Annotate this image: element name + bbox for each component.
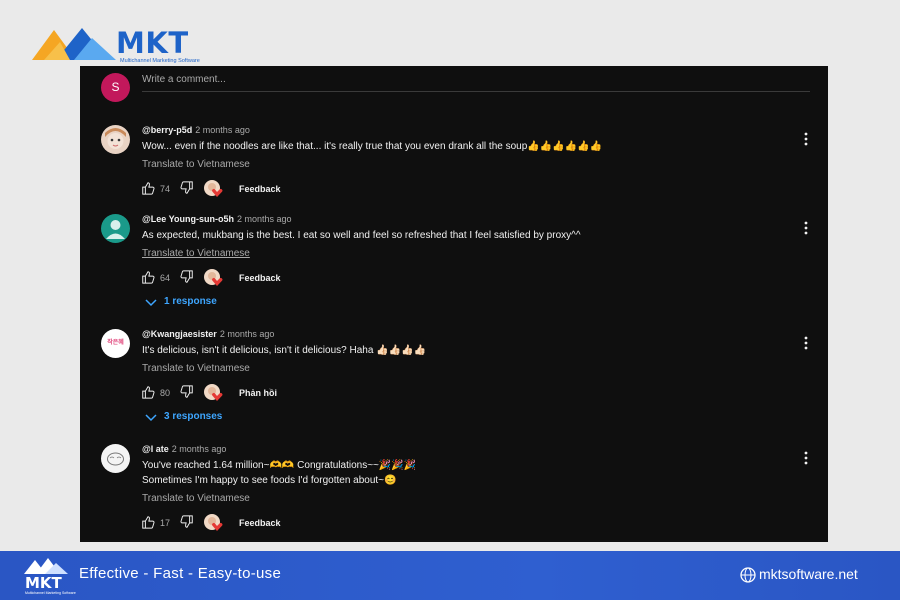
comment-author[interactable]: @l ate (142, 444, 169, 454)
add-comment-row: S Write a comment... (101, 73, 810, 105)
reply-button[interactable]: Feedback (239, 518, 281, 528)
comments-panel: S Write a comment... @berry-p5d 2 months … (80, 66, 828, 542)
comment-emojis-3: 😊 (384, 475, 397, 486)
comment-time[interactable]: 2 months ago (172, 444, 227, 454)
reply-button[interactable]: Phản hồi (239, 388, 277, 398)
like-count: 74 (160, 184, 171, 194)
comment-text-body: You've reached 1.64 million~ (142, 460, 270, 471)
comment-avatar[interactable] (101, 444, 130, 473)
comment-author[interactable]: @berry-p5d (142, 125, 192, 135)
thumbs-down-icon[interactable] (180, 515, 194, 529)
comment-text: Wow... even if the noodles are like that… (142, 139, 602, 154)
thumbs-up-icon[interactable] (141, 385, 155, 399)
thumbs-up-icon[interactable] (141, 181, 155, 195)
chevron-down-icon (145, 414, 157, 422)
comment-emojis: 🫶🫶 (269, 460, 295, 471)
translate-link[interactable]: Translate to Vietnamese (142, 363, 250, 374)
replies-count-label: 1 response (164, 296, 217, 307)
footer-brand-name: MKT (25, 574, 62, 592)
translate-link[interactable]: Translate to Vietnamese (142, 493, 250, 504)
comment-item: @berry-p5d 2 months ago Wow... even if th… (101, 125, 813, 205)
thumbs-down-icon[interactable] (180, 385, 194, 399)
comment-avatar[interactable]: 작은혜 (101, 329, 130, 358)
translate-link[interactable]: Translate to Vietnamese (142, 159, 250, 170)
reply-button[interactable]: Feedback (239, 273, 281, 283)
avatar-label: 작은혜 (107, 340, 124, 346)
translate-link[interactable]: Translate to Vietnamese (142, 248, 250, 259)
comment-text: It's delicious, isn't it delicious, isn'… (142, 343, 426, 358)
like-count: 80 (160, 388, 171, 398)
creator-heart-icon (204, 269, 223, 286)
comment-header: @berry-p5d 2 months ago (142, 125, 250, 135)
more-options-icon[interactable] (799, 335, 813, 351)
comment-time[interactable]: 2 months ago (195, 125, 250, 135)
replies-count-label: 3 responses (164, 411, 223, 422)
comment-text-body-2: Congratulations~~ (297, 460, 379, 471)
footer-website-text: mktsoftware.net (759, 566, 858, 582)
footer-tagline: Effective - Fast - Easy-to-use (79, 565, 282, 582)
comment-item: 작은혜 @Kwangjaesister 2 months ago It's del… (101, 329, 813, 429)
more-options-icon[interactable] (799, 131, 813, 147)
globe-icon (740, 567, 756, 583)
current-user-avatar[interactable]: S (101, 73, 130, 102)
mkt-brand-name: MKT (116, 26, 189, 60)
comment-emojis: 👍🏻👍🏻👍🏻👍🏻 (376, 345, 426, 356)
comment-actions: 74 Feedback (141, 180, 441, 199)
thumbs-up-icon[interactable] (141, 270, 155, 284)
comment-text: As expected, mukbang is the best. I eat … (142, 230, 581, 241)
footer-logo: MKT Multichannel Marketing Software (23, 557, 76, 597)
creator-heart-icon (204, 180, 223, 197)
comment-item: @l ate 2 months ago You've reached 1.64 m… (101, 444, 813, 536)
creator-heart-icon (204, 514, 223, 531)
chevron-down-icon (145, 299, 157, 307)
comment-avatar[interactable] (101, 214, 130, 243)
mkt-brand-subtitle: Multichannel Marketing Software (120, 58, 200, 64)
mkt-logo-mark-icon (32, 28, 116, 60)
like-count: 64 (160, 273, 171, 283)
comment-actions: 17 Feedback (141, 514, 441, 533)
comment-actions: 64 Feedback (141, 269, 441, 288)
comment-time[interactable]: 2 months ago (220, 329, 275, 339)
comment-emojis-2: 🎉🎉🎉 (378, 460, 417, 471)
comment-header: @Kwangjaesister 2 months ago (142, 329, 274, 339)
comment-text-body: Wow... even if the noodles are like that… (142, 141, 528, 152)
comment-text-line2: Sometimes I'm happy to see foods I'd for… (142, 475, 385, 486)
comment-actions: 80 Phản hồi (141, 384, 441, 403)
comment-avatar[interactable] (101, 125, 130, 154)
thumbs-down-icon[interactable] (180, 181, 194, 195)
reply-button[interactable]: Feedback (239, 184, 281, 194)
more-options-icon[interactable] (799, 220, 813, 236)
thumbs-up-icon[interactable] (141, 515, 155, 529)
comment-text: You've reached 1.64 million~🫶🫶 Congratul… (142, 458, 416, 488)
comment-emojis: 👍👍👍👍👍👍 (527, 141, 602, 152)
mkt-logo-mark-icon (24, 558, 68, 574)
thumbs-down-icon[interactable] (180, 270, 194, 284)
creator-heart-icon (204, 384, 223, 401)
more-options-icon[interactable] (799, 450, 813, 466)
comment-text-body: It's delicious, isn't it delicious, isn'… (142, 345, 374, 356)
comment-header: @l ate 2 months ago (142, 444, 226, 454)
like-count: 17 (160, 518, 171, 528)
comment-input[interactable]: Write a comment... (142, 73, 810, 92)
comment-author[interactable]: @Lee Young-sun-o5h (142, 214, 234, 224)
footer-bar: MKT Multichannel Marketing Software Effe… (0, 551, 900, 600)
footer-brand-subtitle: Multichannel Marketing Software (25, 591, 76, 595)
comment-item: @Lee Young-sun-o5h 2 months ago As expect… (101, 214, 813, 314)
comment-time[interactable]: 2 months ago (237, 214, 292, 224)
comment-header: @Lee Young-sun-o5h 2 months ago (142, 214, 292, 224)
comment-author[interactable]: @Kwangjaesister (142, 329, 217, 339)
mkt-logo: MKT Multichannel Marketing Software (30, 22, 205, 68)
